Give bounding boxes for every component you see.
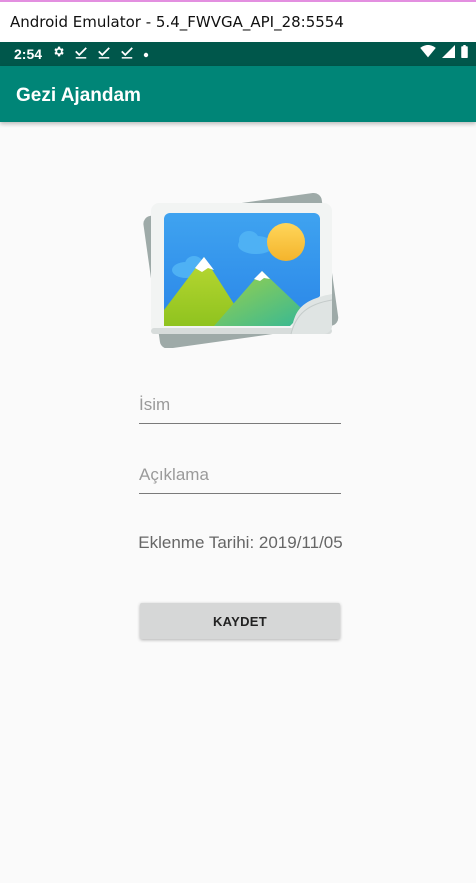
wifi-icon xyxy=(420,45,436,63)
name-input[interactable] xyxy=(139,386,341,424)
check-icon xyxy=(120,45,134,64)
status-time: 2:54 xyxy=(14,46,43,62)
signal-icon xyxy=(442,45,455,63)
system-icons xyxy=(414,45,468,63)
main-content: Eklenme Tarihi: 2019/11/05 KAYDET xyxy=(0,122,476,883)
dot-icon xyxy=(143,45,149,63)
gear-icon xyxy=(52,45,65,63)
window-title: Android Emulator - 5.4_FWVGA_API_28:5554 xyxy=(10,13,344,31)
status-bar: 2:54 xyxy=(0,42,476,66)
window-title-bar: Android Emulator - 5.4_FWVGA_API_28:5554 xyxy=(0,0,476,42)
save-button[interactable]: KAYDET xyxy=(140,603,340,639)
notification-icons xyxy=(52,45,158,63)
name-field[interactable] xyxy=(139,386,341,426)
emulator-window: Android Emulator - 5.4_FWVGA_API_28:5554… xyxy=(0,0,476,883)
description-field[interactable] xyxy=(139,456,341,496)
check-icon xyxy=(74,45,88,64)
app-title: Gezi Ajandam xyxy=(16,85,141,106)
app-toolbar: Gezi Ajandam xyxy=(0,66,476,122)
image-placeholder-icon[interactable] xyxy=(136,182,342,349)
battery-icon xyxy=(461,45,468,63)
date-added-label: Eklenme Tarihi: 2019/11/05 xyxy=(138,533,343,552)
check-icon xyxy=(97,45,111,64)
description-input[interactable] xyxy=(139,456,341,494)
